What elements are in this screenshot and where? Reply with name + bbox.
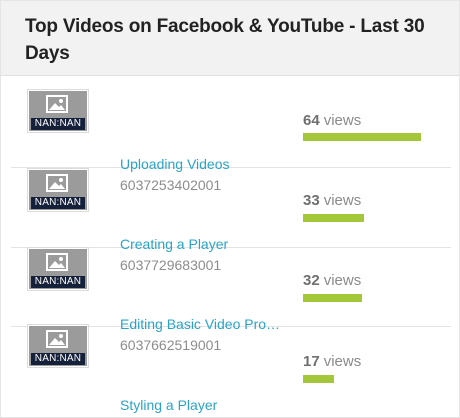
views-bar — [303, 294, 362, 302]
view-count-number: 17 — [303, 353, 320, 370]
video-id: 6037662519001 — [120, 337, 222, 353]
video-id: 6037253402001 — [120, 177, 222, 193]
widget-header: Top Videos on Facebook & YouTube - Last … — [1, 1, 459, 76]
video-id: 6037729683001 — [120, 257, 222, 273]
view-count: 64 views — [303, 112, 361, 130]
image-placeholder-icon — [46, 253, 68, 271]
video-thumbnail[interactable]: NAN:NAN — [27, 324, 89, 368]
view-count: 32 views — [303, 272, 361, 290]
image-placeholder-icon — [46, 330, 68, 348]
top-videos-widget: Top Videos on Facebook & YouTube - Last … — [0, 0, 460, 418]
view-count-number: 64 — [303, 112, 320, 129]
video-thumbnail[interactable]: NAN:NAN — [27, 168, 89, 212]
view-count: 17 views — [303, 353, 361, 371]
duration-label: NAN:NAN — [31, 197, 85, 209]
views-bar — [303, 133, 421, 141]
image-placeholder-icon — [46, 174, 68, 192]
video-title-link[interactable]: Uploading Videos — [120, 156, 295, 173]
image-placeholder-icon — [46, 95, 68, 113]
widget-title: Top Videos on Facebook & YouTube - Last … — [25, 16, 425, 64]
views-bar — [303, 375, 334, 383]
duration-label: NAN:NAN — [31, 276, 85, 288]
view-count-number: 33 — [303, 192, 320, 209]
duration-label: NAN:NAN — [31, 353, 85, 365]
video-title-link[interactable]: Editing Basic Video Pro… — [120, 316, 295, 333]
view-count-unit: views — [323, 353, 362, 370]
views-bar — [303, 214, 364, 222]
video-title-link[interactable]: Styling a Player — [120, 397, 295, 414]
video-title-link[interactable]: Creating a Player — [120, 236, 295, 253]
view-count-number: 32 — [303, 272, 320, 289]
video-thumbnail[interactable]: NAN:NAN — [27, 247, 89, 291]
video-thumbnail[interactable]: NAN:NAN — [27, 89, 89, 133]
view-count: 33 views — [303, 192, 361, 210]
duration-label: NAN:NAN — [31, 118, 85, 130]
view-count-unit: views — [323, 112, 362, 129]
view-count-unit: views — [323, 192, 362, 209]
view-count-unit: views — [323, 272, 362, 289]
